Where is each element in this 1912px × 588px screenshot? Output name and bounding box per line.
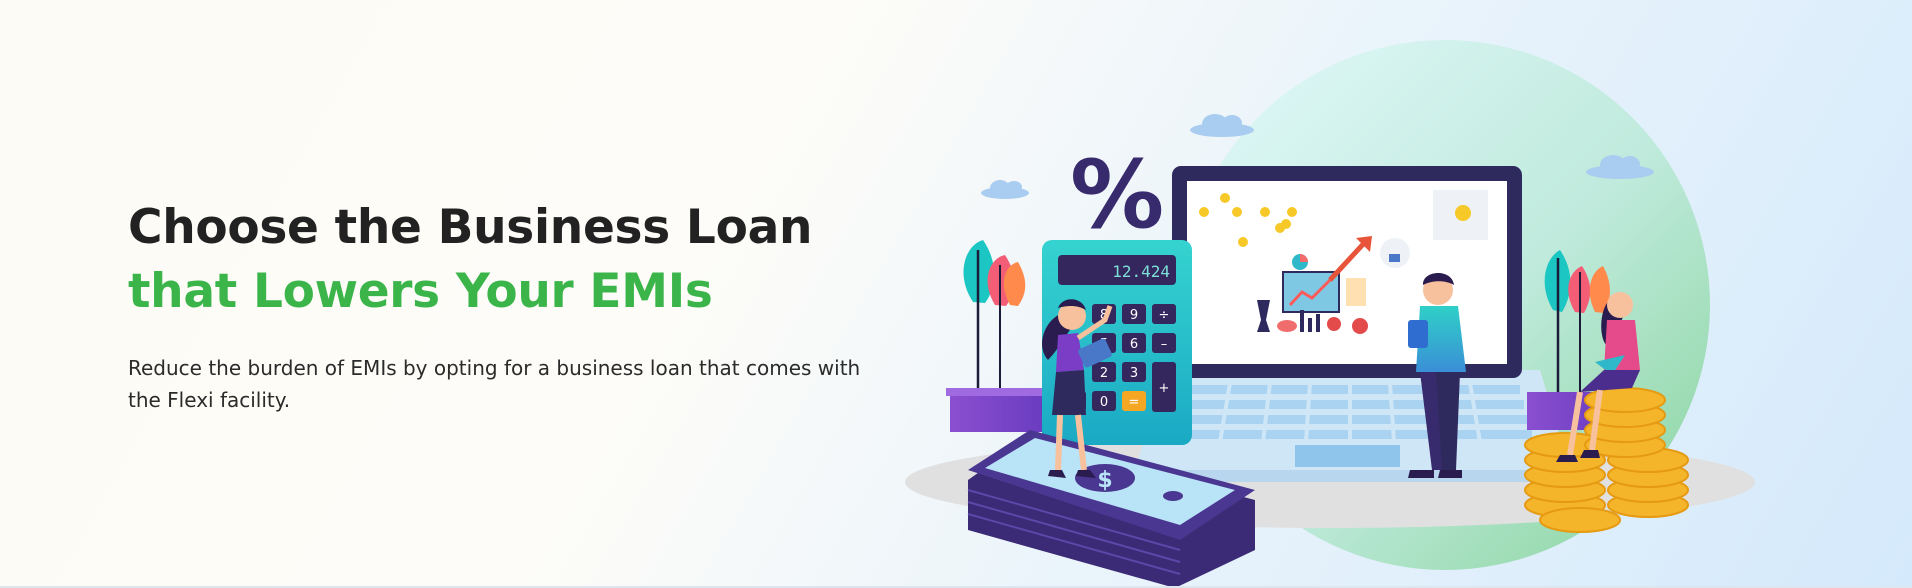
hero-title: Choose the Business Loan that Lowers You… (128, 196, 928, 324)
svg-text:2: 2 (1100, 366, 1108, 381)
hero-banner: % 12.424 8 9 ÷ 6 – 2 3 + 0 = $ Choose th… (0, 0, 1912, 588)
hero-title-accent: that Lowers Your EMIs (128, 264, 713, 319)
plant-icon (946, 240, 1049, 432)
svg-text:÷: ÷ (1159, 308, 1170, 323)
svg-text:=: = (1129, 395, 1140, 410)
svg-text:12.424: 12.424 (1112, 262, 1170, 281)
svg-text:$: $ (1097, 468, 1112, 493)
cloud-icon (981, 180, 1029, 199)
svg-text:3: 3 (1130, 366, 1138, 381)
hero-text-block: Choose the Business Loan that Lowers You… (128, 196, 928, 416)
hero-title-main: Choose the Business Loan (128, 200, 813, 255)
svg-text:+: + (1159, 381, 1170, 396)
hero-subtitle: Reduce the burden of EMIs by opting for … (128, 356, 861, 412)
percent-symbol: % (1070, 141, 1164, 250)
svg-text:0: 0 (1100, 395, 1108, 410)
svg-text:9: 9 (1130, 308, 1138, 323)
svg-text:–: – (1161, 337, 1168, 352)
svg-text:6: 6 (1130, 337, 1138, 352)
cloud-icon (1190, 114, 1254, 137)
